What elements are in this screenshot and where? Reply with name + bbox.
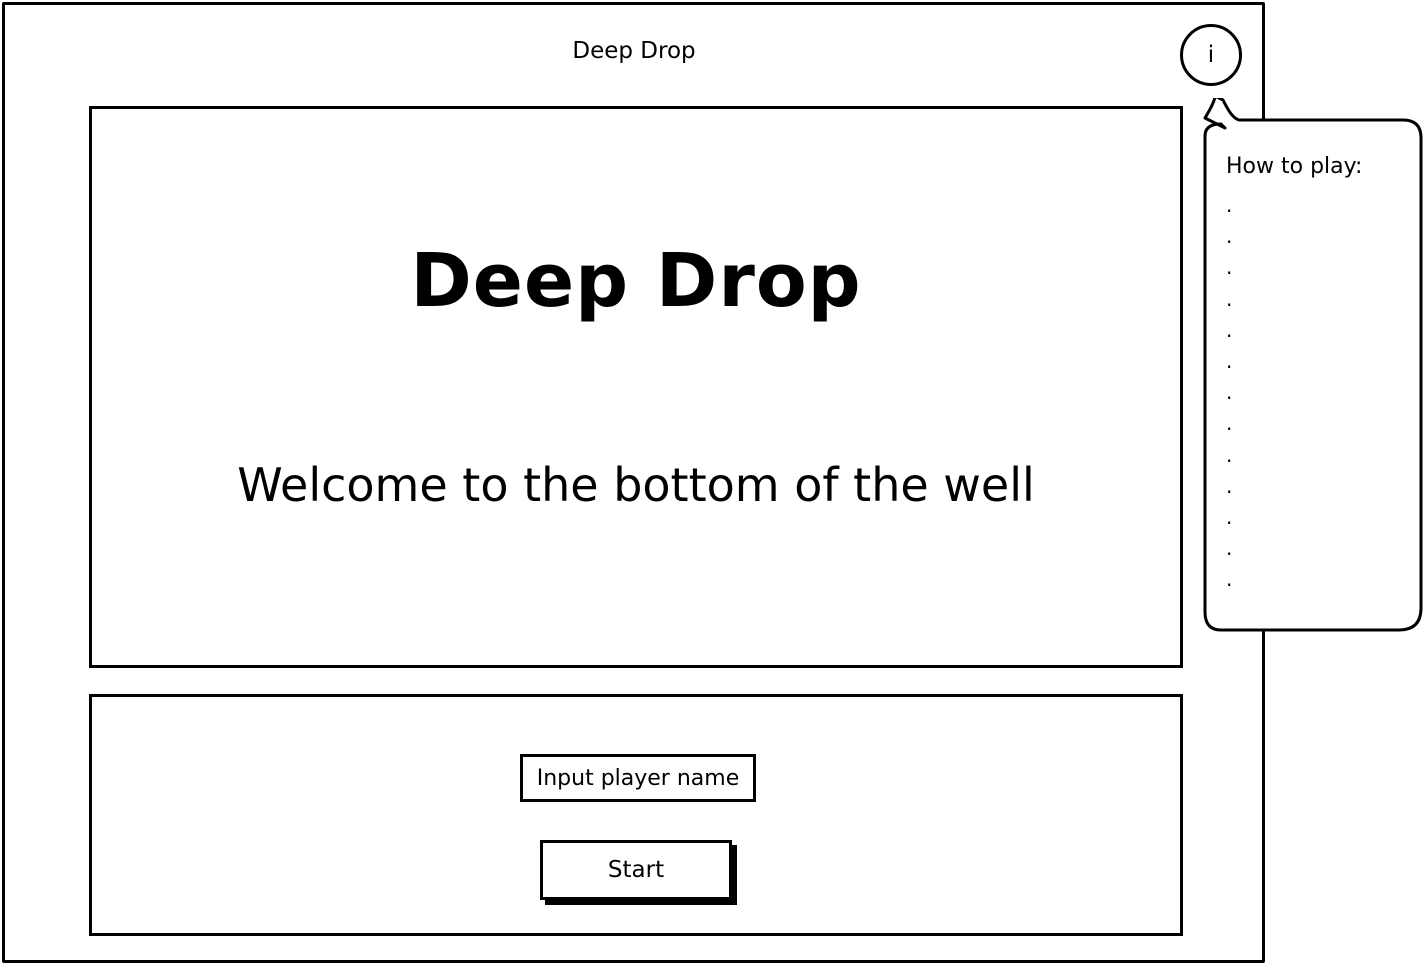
how-to-play-step: . bbox=[1226, 286, 1233, 311]
how-to-play-step: . bbox=[1226, 317, 1233, 342]
hero-panel: Deep Drop Welcome to the bottom of the w… bbox=[89, 106, 1183, 668]
how-to-play-step: . bbox=[1226, 348, 1233, 373]
how-to-play-step: . bbox=[1226, 255, 1233, 280]
how-to-play-step: . bbox=[1226, 473, 1233, 498]
how-to-play-step: . bbox=[1226, 442, 1233, 467]
how-to-play-list: ............. bbox=[1226, 190, 1232, 595]
how-to-play-title: How to play: bbox=[1226, 154, 1363, 179]
how-to-play-step: . bbox=[1226, 567, 1233, 592]
start-button[interactable]: Start bbox=[540, 840, 732, 900]
player-name-input[interactable] bbox=[520, 754, 756, 802]
welcome-message: Welcome to the bottom of the well bbox=[237, 458, 1035, 512]
info-icon: i bbox=[1207, 42, 1215, 68]
how-to-play-step: . bbox=[1226, 380, 1233, 405]
window-title: Deep Drop bbox=[572, 38, 696, 64]
game-title: Deep Drop bbox=[410, 238, 862, 324]
how-to-play-step: . bbox=[1226, 411, 1233, 436]
how-to-play-step: . bbox=[1226, 504, 1233, 529]
how-to-play-bubble: How to play: ............. bbox=[1203, 98, 1423, 652]
controls-panel: Start bbox=[89, 694, 1183, 936]
how-to-play-step: . bbox=[1226, 536, 1233, 561]
how-to-play-step: . bbox=[1226, 193, 1233, 217]
info-button[interactable]: i bbox=[1180, 24, 1242, 86]
how-to-play-step: . bbox=[1226, 224, 1233, 249]
